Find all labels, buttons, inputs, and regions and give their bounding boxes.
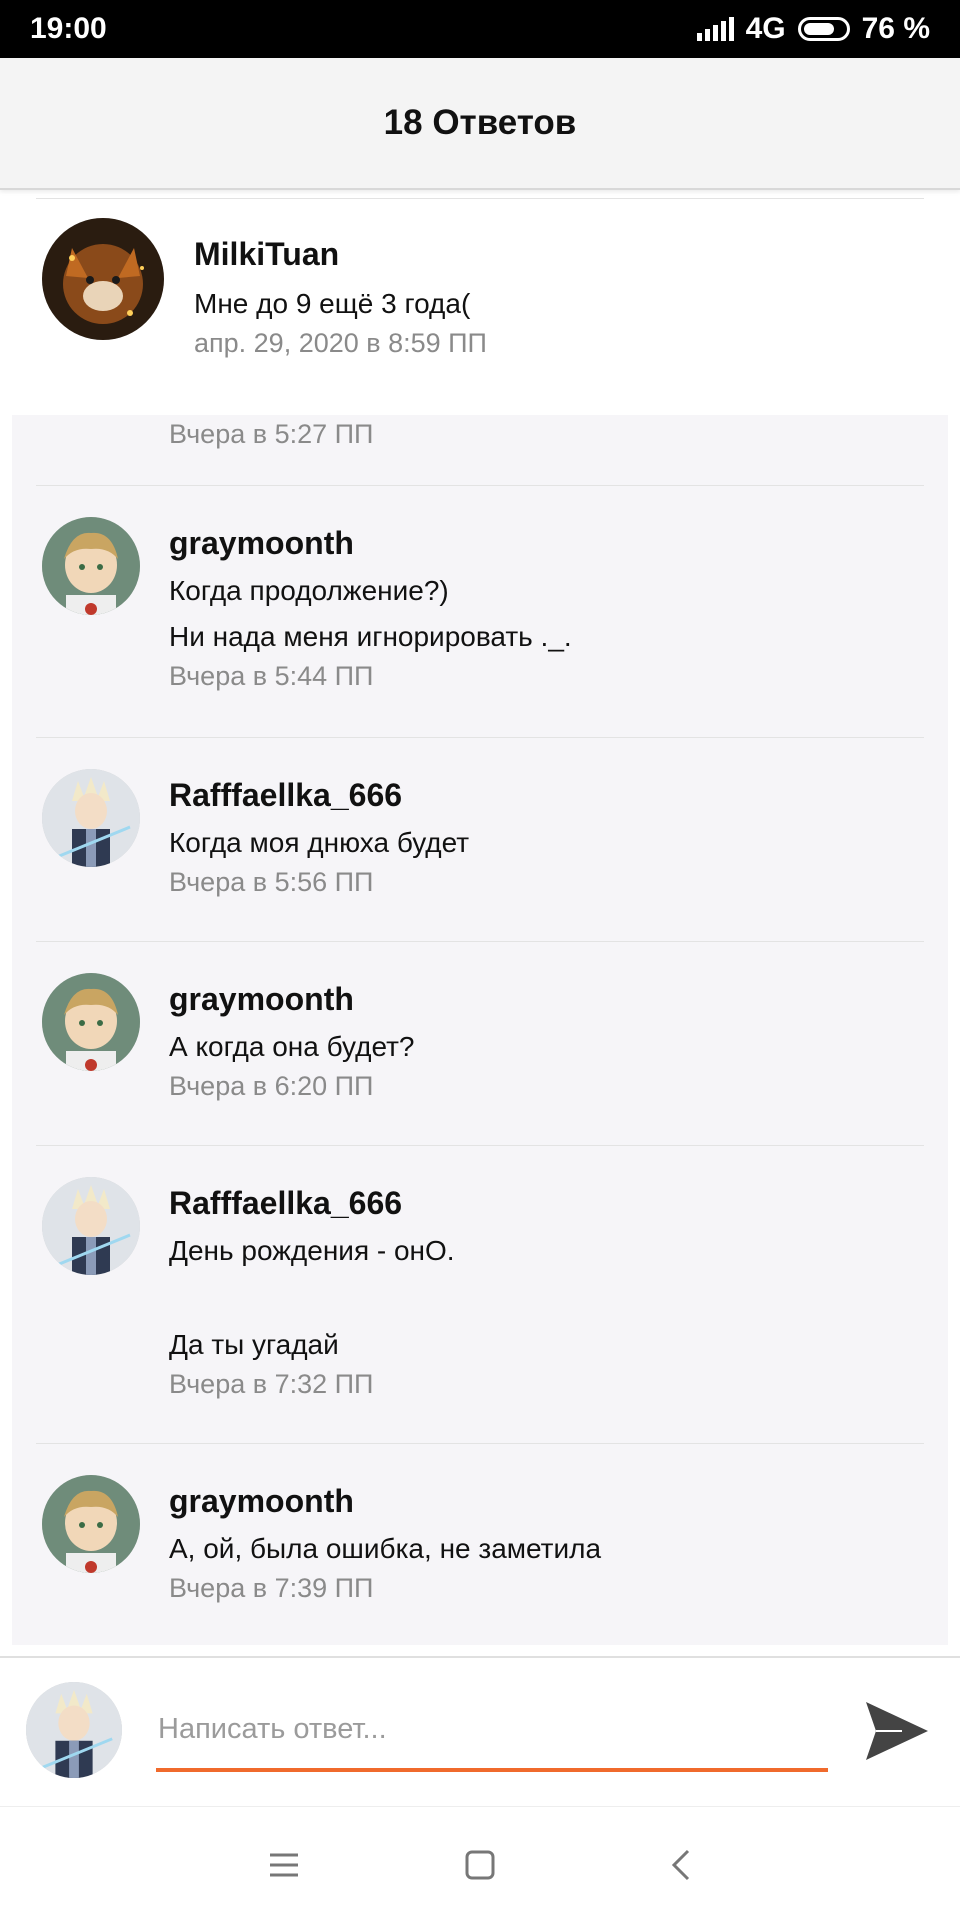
divider xyxy=(36,198,924,199)
reply-time: Вчера в 6:20 ПП xyxy=(169,1071,374,1101)
avatar[interactable] xyxy=(42,769,140,867)
avatar[interactable] xyxy=(42,517,140,615)
page-title: 18 Ответов xyxy=(383,103,577,142)
reply-item: graymoonth А когда она будет? Вчера в 6:… xyxy=(12,943,948,1147)
username[interactable]: graymoonth xyxy=(169,981,354,1018)
reply-item: Вчера в 5:27 ПП xyxy=(12,415,948,487)
avatar[interactable] xyxy=(42,218,164,340)
reply-input[interactable] xyxy=(156,1698,830,1760)
battery-percent: 76 % xyxy=(861,12,930,45)
home-square-icon[interactable] xyxy=(458,1843,502,1887)
reply-text: Когда моя днюха будет xyxy=(169,827,470,858)
status-icons: 4G 76 % xyxy=(696,12,930,46)
reply-text: День рождения - онО. xyxy=(169,1235,455,1266)
reply-time: Вчера в 5:27 ПП xyxy=(169,419,374,449)
reply-time: Вчера в 7:39 ПП xyxy=(169,1573,374,1603)
reply-item: Rafffaellka_666 Когда моя днюха будет Вч… xyxy=(12,739,948,943)
username[interactable]: graymoonth xyxy=(169,525,354,562)
username[interactable]: Rafffaellka_666 xyxy=(169,1185,402,1222)
avatar[interactable] xyxy=(42,1475,140,1573)
status-bar: 19:00 4G 76 % xyxy=(0,0,960,58)
comment-time: апр. 29, 2020 в 8:59 ПП xyxy=(194,328,487,358)
divider xyxy=(36,941,924,942)
input-underline xyxy=(156,1768,828,1772)
avatar[interactable] xyxy=(42,1177,140,1275)
reply-time: Вчера в 7:32 ПП xyxy=(169,1369,374,1399)
reply-text: Ни нада меня игнорировать ._. xyxy=(169,621,572,652)
comment-text: Мне до 9 ещё 3 года( xyxy=(194,288,471,319)
divider xyxy=(36,1443,924,1444)
send-icon[interactable] xyxy=(862,1696,932,1766)
reply-text: А, ой, была ошибка, не заметила xyxy=(169,1533,602,1564)
avatar[interactable] xyxy=(42,973,140,1071)
network-type: 4G xyxy=(745,12,786,45)
status-time: 19:00 xyxy=(30,12,107,45)
divider xyxy=(36,485,924,486)
battery-icon xyxy=(797,17,850,41)
reply-item: Rafffaellka_666 День рождения - онО. Да … xyxy=(12,1147,948,1445)
reply-text: Да ты угадай xyxy=(169,1329,339,1360)
back-icon[interactable] xyxy=(660,1843,704,1887)
my-avatar xyxy=(26,1682,122,1778)
username[interactable]: Rafffaellka_666 xyxy=(169,777,402,814)
menu-icon[interactable] xyxy=(262,1843,306,1887)
reply-text: Когда продолжение?) xyxy=(169,575,449,606)
divider xyxy=(36,1145,924,1146)
comments-content[interactable]: MilkiTuan Мне до 9 ещё 3 года( апр. 29, … xyxy=(0,190,960,1655)
reply-time: Вчера в 5:56 ПП xyxy=(169,867,374,897)
battery-fill xyxy=(803,23,834,35)
replies-list: Вчера в 5:27 ПП graymoonth Когда продолж… xyxy=(12,415,948,1645)
signal-icon xyxy=(696,17,734,41)
system-nav-bar xyxy=(0,1806,960,1921)
reply-item: graymoonth А, ой, была ошибка, не замети… xyxy=(12,1445,948,1645)
reply-text: А когда она будет? xyxy=(169,1031,415,1062)
parent-comment: MilkiTuan Мне до 9 ещё 3 года( апр. 29, … xyxy=(0,210,960,410)
reply-item: graymoonth Когда продолжение?) Ни нада м… xyxy=(12,487,948,739)
reply-time: Вчера в 5:44 ПП xyxy=(169,661,374,691)
reply-composer xyxy=(0,1656,960,1808)
username[interactable]: graymoonth xyxy=(169,1483,354,1520)
header: 18 Ответов xyxy=(0,58,960,190)
username[interactable]: MilkiTuan xyxy=(194,236,339,273)
divider xyxy=(36,737,924,738)
